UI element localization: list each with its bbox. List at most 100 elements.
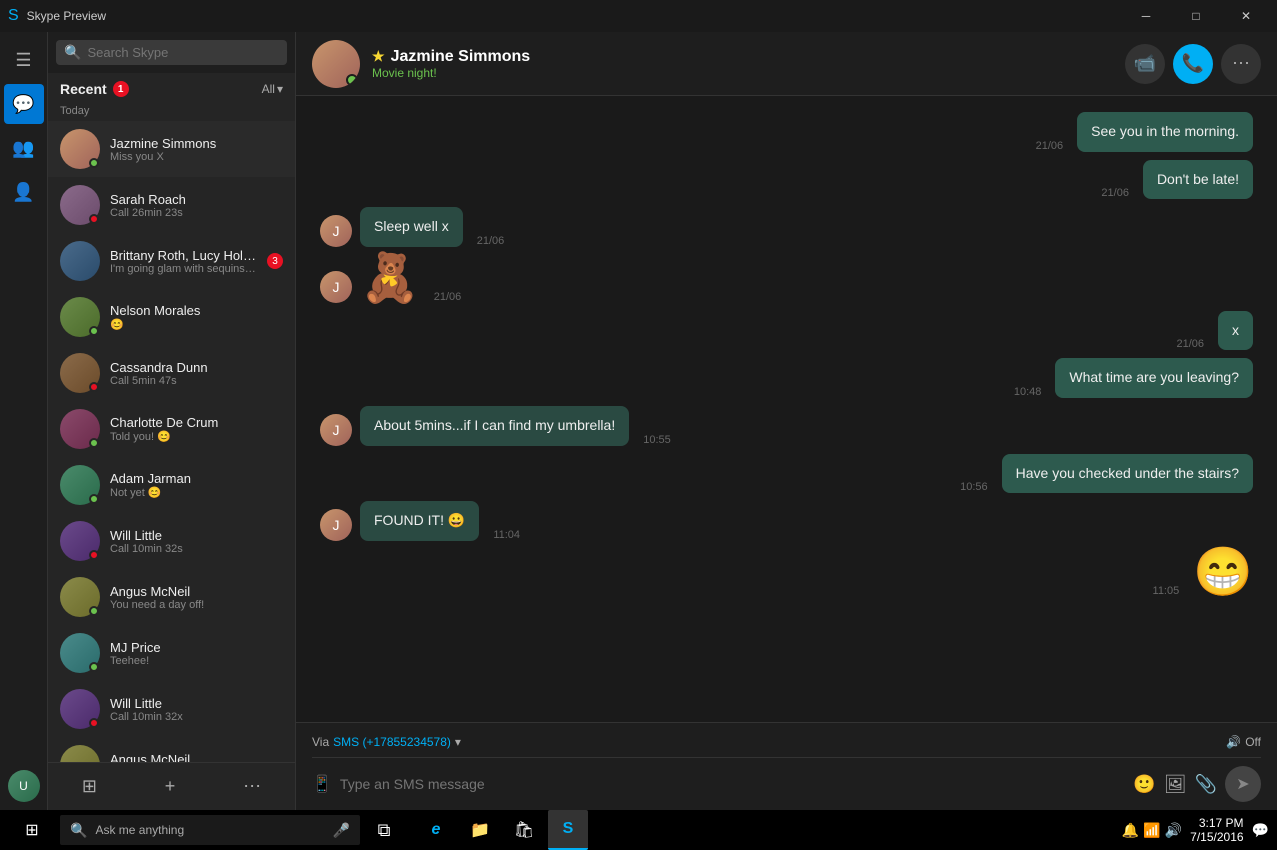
sidebar-item-profile[interactable]: 👤 xyxy=(4,172,44,212)
taskbar-search[interactable]: 🔍 Ask me anything 🎤 xyxy=(60,815,360,845)
list-item[interactable]: Will Little Call 10min 32s xyxy=(48,513,295,569)
list-item[interactable]: MJ Price Teehee! xyxy=(48,625,295,681)
audio-call-button[interactable]: 📞 xyxy=(1173,44,1213,84)
contact-name: Adam Jarman xyxy=(110,471,283,486)
contact-sub: Call 10min 32s xyxy=(110,543,283,555)
sidebar-item-chat[interactable]: 💬 xyxy=(4,84,44,124)
contact-name: Sarah Roach xyxy=(110,192,283,207)
sidebar-icons: ☰ 💬 👥 👤 U xyxy=(0,32,48,810)
msg-time: 10:55 xyxy=(643,434,671,446)
list-item[interactable]: Brittany Roth, Lucy Holcomb, S... I'm go… xyxy=(48,233,295,289)
cortana-icon: 🔍 xyxy=(70,822,87,839)
network-icon[interactable]: 📶 xyxy=(1143,822,1160,839)
taskbar-explorer-icon[interactable]: 📁 xyxy=(460,810,500,850)
contacts-recent-icon[interactable]: ⊞ xyxy=(74,768,105,805)
image-button[interactable]: 🖼 xyxy=(1164,774,1187,795)
msg-avatar: J xyxy=(320,509,352,541)
table-row: J 🧸 21/06 xyxy=(320,255,1253,303)
more-options-button[interactable]: ⋯ xyxy=(1221,44,1261,84)
maximize-button[interactable]: □ xyxy=(1173,0,1219,32)
contact-info: Will Little Call 10min 32s xyxy=(110,528,283,555)
close-button[interactable]: ✕ xyxy=(1223,0,1269,32)
contact-info: Will Little Call 10min 32x xyxy=(110,696,283,723)
avatar-wrap xyxy=(60,745,100,762)
add-contact-button[interactable]: + xyxy=(157,768,184,805)
action-center-icon[interactable]: 💬 xyxy=(1252,822,1269,839)
video-call-button[interactable]: 📹 xyxy=(1125,44,1165,84)
contact-sub: I'm going glam with sequins. See you h..… xyxy=(110,263,257,275)
contact-sub: Teehee! xyxy=(110,655,283,667)
message-input[interactable] xyxy=(340,776,1125,792)
status-dot xyxy=(89,494,99,504)
search-input[interactable] xyxy=(87,45,279,60)
sidebar-item-contacts[interactable]: 👥 xyxy=(4,128,44,168)
contact-sub: 😊 xyxy=(110,318,283,331)
msg-time: 21/06 xyxy=(1036,140,1064,152)
taskbar-edge-icon[interactable]: e xyxy=(416,810,456,850)
list-item[interactable]: Charlotte De Crum Told you! 😊 xyxy=(48,401,295,457)
contact-info: Brittany Roth, Lucy Holcomb, S... I'm go… xyxy=(110,248,257,275)
table-row: 21/06 Don't be late! xyxy=(320,160,1253,200)
taskbar-task-view[interactable]: ⧉ xyxy=(364,810,404,850)
list-item[interactable]: Sarah Roach Call 26min 23s xyxy=(48,177,295,233)
taskbar-sys-icons: 🔔 📶 🔊 xyxy=(1122,822,1182,839)
contact-name: Cassandra Dunn xyxy=(110,360,283,375)
contact-name: Will Little xyxy=(110,696,283,711)
minimize-button[interactable]: ─ xyxy=(1123,0,1169,32)
contact-sub: Call 5min 47s xyxy=(110,375,283,387)
taskbar-skype-icon[interactable]: S xyxy=(548,810,588,850)
contact-info: Nelson Morales 😊 xyxy=(110,303,283,331)
msg-avatar: J xyxy=(320,271,352,303)
recent-label: Recent 1 xyxy=(60,81,129,97)
messages-container: 21/06 See you in the morning. 21/06 Don'… xyxy=(296,96,1277,722)
search-icon: 🔍 xyxy=(64,44,81,61)
list-item[interactable]: Adam Jarman Not yet 😊 xyxy=(48,457,295,513)
list-item[interactable]: Nelson Morales 😊 xyxy=(48,289,295,345)
list-item[interactable]: Will Little Call 10min 32x xyxy=(48,681,295,737)
contact-info: MJ Price Teehee! xyxy=(110,640,283,667)
contact-info: Sarah Roach Call 26min 23s xyxy=(110,192,283,219)
list-item[interactable]: Angus McNeil You need a day off! xyxy=(48,737,295,762)
chat-header-status-dot xyxy=(346,74,358,86)
attachment-button[interactable]: 📎 xyxy=(1195,774,1217,795)
contact-sub: Miss you X xyxy=(110,151,283,163)
chevron-down-icon: ▾ xyxy=(455,735,461,749)
skype-logo-icon: S xyxy=(8,7,19,25)
msg-bubble: Have you checked under the stairs? xyxy=(1002,454,1253,494)
chat-input-area: Via SMS (+17855234578) ▾ 🔊 Off 📱 🙂 🖼 📎 ➤ xyxy=(296,722,1277,810)
section-date: Today xyxy=(48,101,295,121)
user-avatar[interactable]: U xyxy=(8,770,40,802)
list-item[interactable]: Jazmine Simmons Miss you X xyxy=(48,121,295,177)
avatar-wrap xyxy=(60,297,100,337)
msg-bubble: Sleep well x xyxy=(360,207,463,247)
emoji-button[interactable]: 🙂 xyxy=(1133,774,1155,795)
taskbar-store-icon[interactable]: 🛍 xyxy=(504,810,544,850)
notification-icon[interactable]: 🔔 xyxy=(1122,822,1139,839)
list-item[interactable]: Angus McNeil You need a day off! xyxy=(48,569,295,625)
status-dot xyxy=(89,326,99,336)
sms-number[interactable]: SMS (+17855234578) xyxy=(333,735,451,749)
msg-time: 11:04 xyxy=(493,529,520,541)
contacts-more-icon[interactable]: ⋯ xyxy=(235,768,269,805)
avatar-wrap xyxy=(60,409,100,449)
msg-time: 21/06 xyxy=(477,235,505,247)
sidebar-item-menu[interactable]: ☰ xyxy=(4,40,44,80)
taskbar-right: 🔔 📶 🔊 3:17 PM 7/15/2016 💬 xyxy=(1122,816,1269,844)
msg-time: 21/06 xyxy=(1176,338,1204,350)
send-button[interactable]: ➤ xyxy=(1225,766,1261,802)
contact-info: Charlotte De Crum Told you! 😊 xyxy=(110,415,283,443)
avatar-wrap xyxy=(60,129,100,169)
search-input-wrap[interactable]: 🔍 xyxy=(56,40,287,65)
list-item[interactable]: Cassandra Dunn Call 5min 47s xyxy=(48,345,295,401)
sms-off-toggle[interactable]: 🔊 Off xyxy=(1226,735,1261,749)
start-button[interactable]: ⊞ xyxy=(8,810,56,850)
contact-info: Adam Jarman Not yet 😊 xyxy=(110,471,283,499)
volume-icon[interactable]: 🔊 xyxy=(1165,822,1182,839)
star-icon: ★ xyxy=(372,48,385,65)
taskbar-app-icons: e 📁 🛍 S xyxy=(416,810,588,850)
msg-time: 10:56 xyxy=(960,481,988,493)
avatar-wrap xyxy=(60,241,100,281)
title-bar-controls: ─ □ ✕ xyxy=(1123,0,1269,32)
all-filter-button[interactable]: All ▾ xyxy=(262,82,283,96)
avatar xyxy=(60,745,100,762)
